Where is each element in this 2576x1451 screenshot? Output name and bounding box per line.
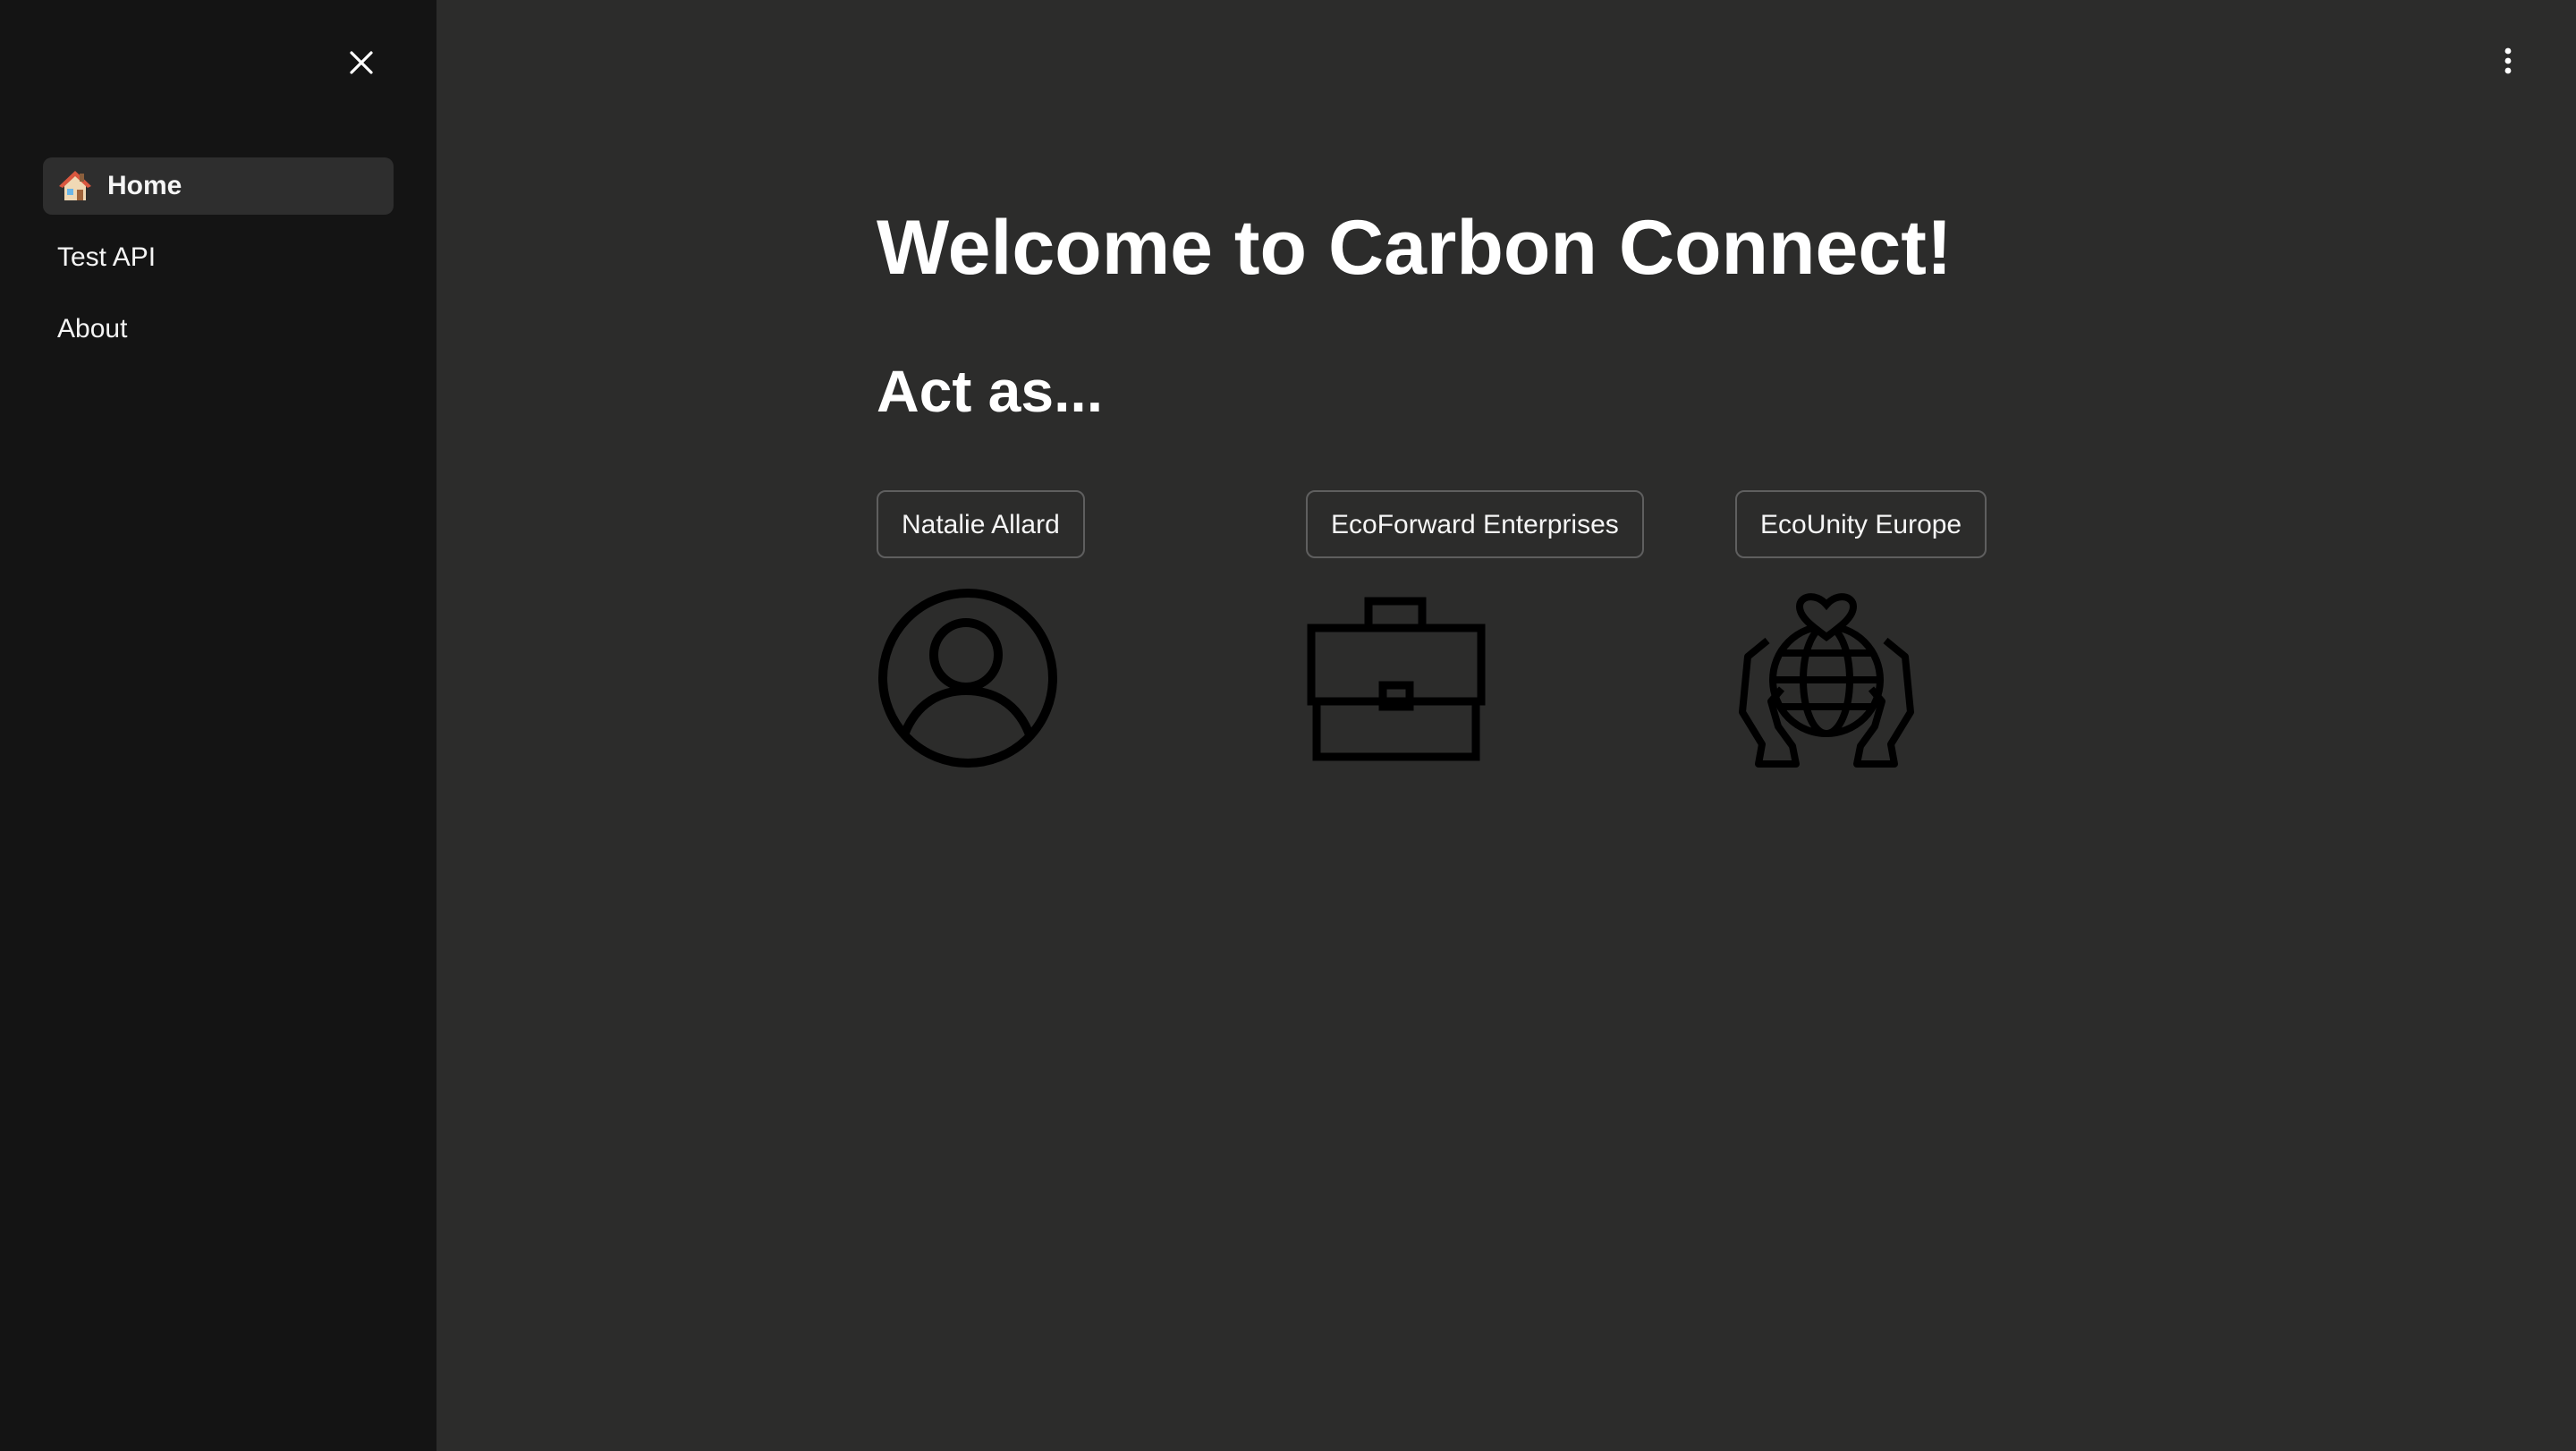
house-emoji-icon	[57, 168, 93, 204]
sidebar-item-label: Home	[107, 171, 182, 200]
sidebar-item-test-api[interactable]: Test API	[43, 229, 394, 286]
briefcase-icon	[1307, 597, 1486, 761]
close-icon	[350, 51, 373, 74]
user-circle-icon	[878, 589, 1057, 768]
sidebar-item-label: About	[57, 314, 128, 344]
vertical-ellipsis-icon	[2504, 47, 2512, 74]
role-column-organization: EcoUnity Europe	[1735, 490, 1987, 768]
sidebar-item-about[interactable]: About	[43, 301, 394, 358]
sidebar-nav: Home Test API About	[43, 157, 394, 372]
section-subtitle: Act as...	[877, 358, 1104, 424]
sidebar-item-label: Test API	[57, 242, 157, 272]
page-title: Welcome to Carbon Connect!	[877, 205, 1953, 291]
ecoforward-enterprises-button[interactable]: EcoForward Enterprises	[1306, 490, 1644, 558]
hands-globe-heart-icon	[1739, 593, 1914, 768]
close-sidebar-button[interactable]	[343, 45, 379, 81]
main-menu-button[interactable]	[2487, 43, 2529, 79]
sidebar-item-home[interactable]: Home	[43, 157, 394, 215]
natalie-allard-button[interactable]: Natalie Allard	[877, 490, 1085, 558]
ecounity-europe-button[interactable]: EcoUnity Europe	[1735, 490, 1987, 558]
role-column-enterprise: EcoForward Enterprises	[1306, 490, 1644, 761]
sidebar: Home Test API About	[0, 0, 436, 1451]
app-window: Home Test API About Welcome to Carbon Co…	[0, 0, 2576, 1451]
role-column-person: Natalie Allard	[877, 490, 1085, 768]
